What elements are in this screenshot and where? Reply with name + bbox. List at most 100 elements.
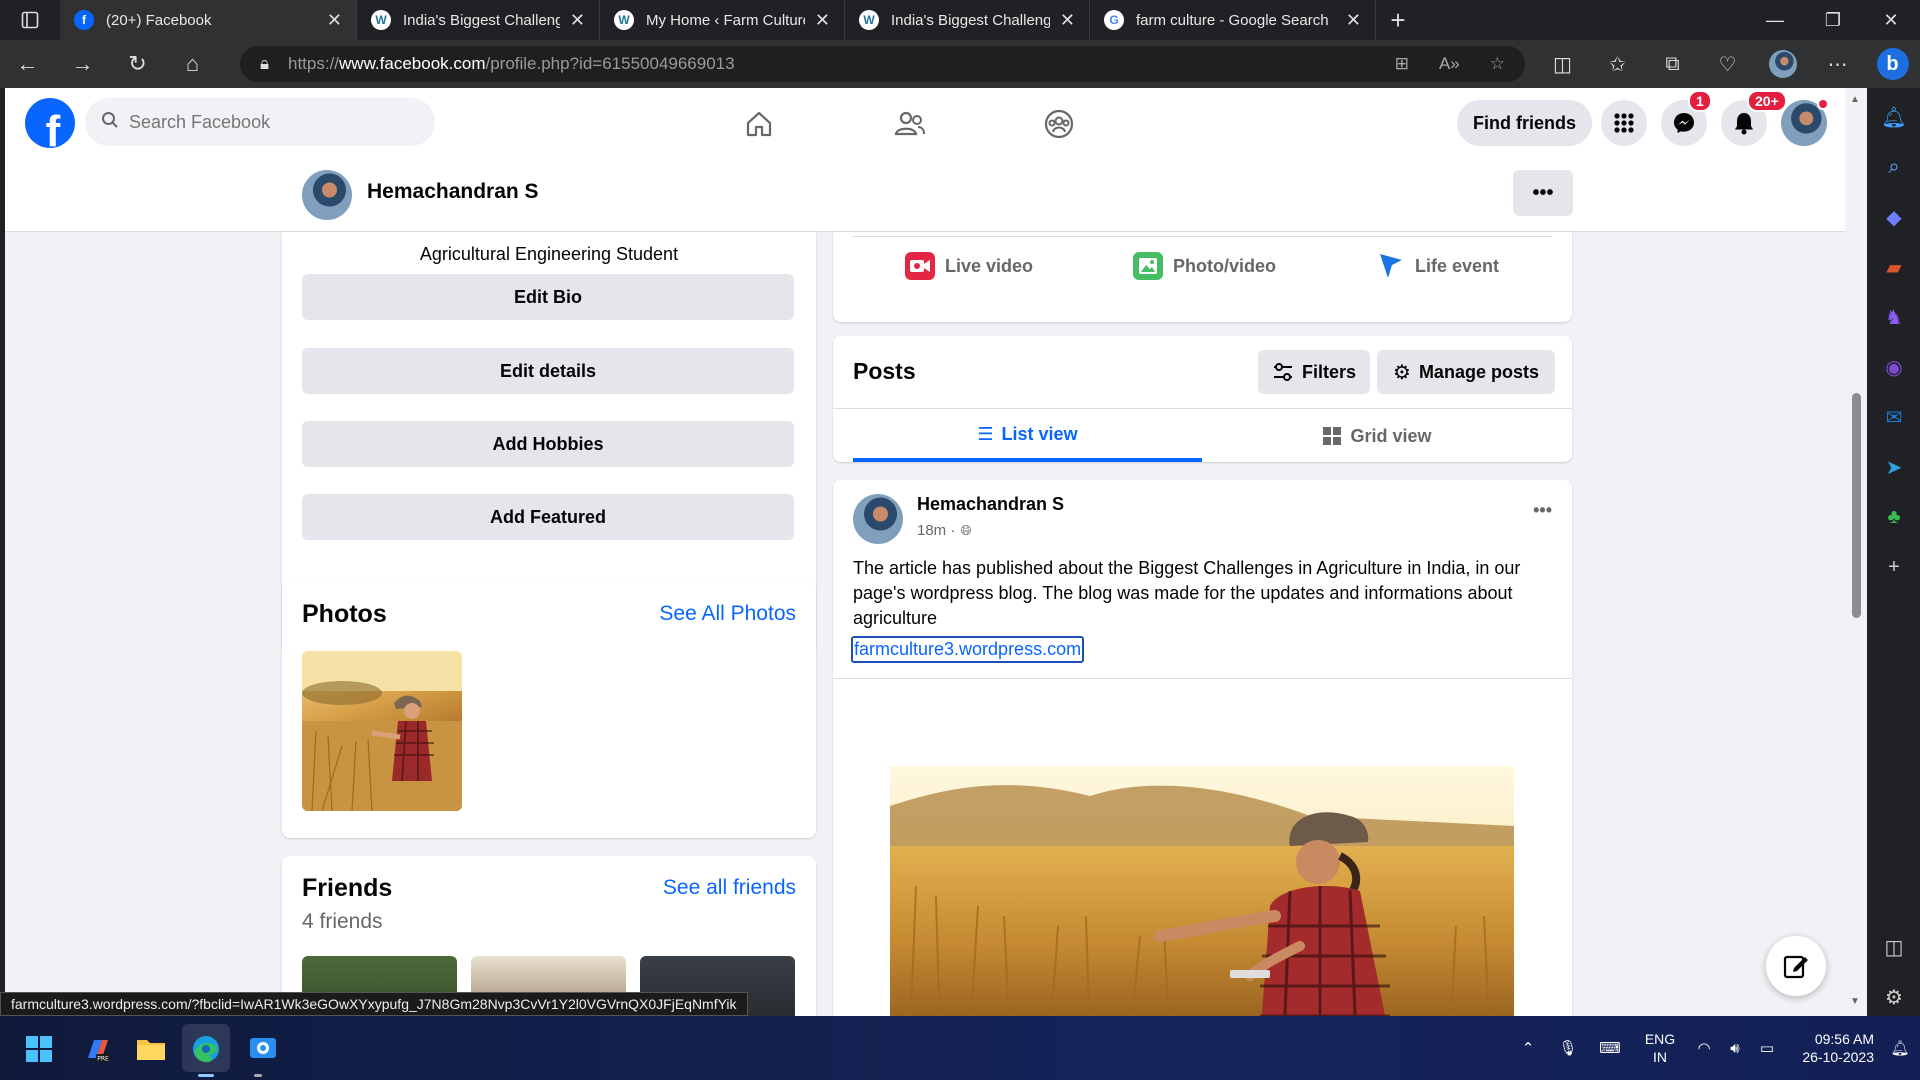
facebook-logo-icon[interactable]: f xyxy=(25,98,75,148)
hide-sidebar-icon[interactable]: ◫ xyxy=(1881,934,1907,960)
post-link[interactable]: farmculture3.wordpress.com xyxy=(851,636,1085,663)
copilot-icon[interactable]: b xyxy=(1865,48,1920,80)
edit-bio-button[interactable]: Edit Bio xyxy=(302,274,794,320)
profile-avatar[interactable] xyxy=(302,170,352,220)
close-tab-icon[interactable]: ✕ xyxy=(327,10,342,31)
wifi-icon[interactable]: ◠ xyxy=(1688,1039,1720,1057)
app-available-icon[interactable]: ⊞ xyxy=(1395,54,1409,74)
tree-icon[interactable]: ♣ xyxy=(1881,504,1907,530)
tab-wordpress-1[interactable]: W India's Biggest Challenge: The Fu ✕ xyxy=(357,0,600,40)
microsoft-365-icon[interactable]: ◉ xyxy=(1881,354,1907,380)
games-icon[interactable]: ♞ xyxy=(1881,304,1907,330)
outlook-icon[interactable]: ✉ xyxy=(1881,404,1907,430)
notification-bell-sidebar-icon[interactable]: 🔔︎ xyxy=(1881,104,1907,130)
tab-grid-view[interactable]: Grid view xyxy=(1202,410,1552,462)
tab-list-view[interactable]: ☰ List view xyxy=(853,410,1202,462)
active-app-indicator xyxy=(198,1074,214,1077)
filters-button[interactable]: Filters xyxy=(1258,350,1371,394)
live-video-button[interactable]: Live video xyxy=(905,252,1033,280)
see-all-friends-link[interactable]: See all friends xyxy=(663,876,796,900)
tab-google-search[interactable]: G farm culture - Google Search ✕ xyxy=(1090,0,1376,40)
post-image[interactable] xyxy=(890,766,1514,1016)
minimize-icon[interactable]: — xyxy=(1746,0,1804,40)
language-indicator[interactable]: ENG IN xyxy=(1632,1030,1688,1066)
add-hobbies-button[interactable]: Add Hobbies xyxy=(302,421,794,467)
touch-keyboard-icon[interactable]: ⌨ xyxy=(1588,1039,1632,1057)
post-author-avatar[interactable] xyxy=(853,494,903,544)
clock[interactable]: 09:56 AM 26-10-2023 xyxy=(1784,1030,1880,1066)
back-icon[interactable]: ← xyxy=(0,40,55,88)
url-bar[interactable]: 🔒︎ https://www.facebook.com/profile.php?… xyxy=(240,46,1525,82)
address-toolbar: ← → ↻ ⌂ 🔒︎ https://www.facebook.com/prof… xyxy=(0,40,1920,88)
close-tab-icon[interactable]: ✕ xyxy=(1060,10,1075,31)
farmer-in-wheat-field-icon xyxy=(890,766,1514,1016)
scroll-down-icon[interactable]: ▼ xyxy=(1850,996,1860,1007)
wordpress-favicon-icon: W xyxy=(859,10,879,30)
add-featured-button[interactable]: Add Featured xyxy=(302,494,794,540)
scroll-up-icon[interactable]: ▲ xyxy=(1850,94,1860,105)
close-tab-icon[interactable]: ✕ xyxy=(815,10,830,31)
close-window-icon[interactable]: ✕ xyxy=(1862,0,1920,40)
refresh-icon[interactable]: ↻ xyxy=(110,40,165,88)
tools-briefcase-icon[interactable]: ▰ xyxy=(1881,254,1907,280)
close-tab-icon[interactable]: ✕ xyxy=(1346,10,1361,31)
browser-essentials-icon[interactable]: ♡ xyxy=(1700,52,1755,77)
tab-actions-icon[interactable] xyxy=(0,0,60,40)
send-icon[interactable]: ➤ xyxy=(1881,454,1907,480)
edge-browser-icon[interactable] xyxy=(189,1032,223,1066)
battery-icon[interactable]: ▭ xyxy=(1750,1039,1784,1057)
copilot-pre-icon[interactable]: PRE xyxy=(80,1032,114,1066)
new-tab-button[interactable]: + xyxy=(1376,5,1420,36)
post-time[interactable]: 18m · xyxy=(917,522,955,539)
home-icon[interactable]: ⌂ xyxy=(165,40,220,88)
page-scrollbar[interactable]: ▲ ▼ xyxy=(1845,88,1867,1016)
volume-icon[interactable]: 🔊︎ xyxy=(1720,1040,1750,1057)
microphone-icon[interactable]: 🎙︎ xyxy=(1548,1039,1588,1057)
see-all-photos-link[interactable]: See All Photos xyxy=(659,602,796,626)
windows-start-icon[interactable] xyxy=(22,1032,56,1066)
add-sidebar-icon[interactable]: + xyxy=(1881,554,1907,580)
notification-center-icon[interactable]: 🔔︎ xyxy=(1880,1039,1920,1057)
file-explorer-icon[interactable] xyxy=(134,1032,168,1066)
profile-more-button[interactable]: ••• xyxy=(1513,170,1573,216)
new-message-button[interactable] xyxy=(1766,936,1826,996)
more-dots-icon: ••• xyxy=(1532,181,1554,204)
search-sidebar-icon[interactable]: ⌕ xyxy=(1881,154,1907,180)
favorites-icon[interactable]: ✩ xyxy=(1590,52,1645,77)
post-author-name[interactable]: Hemachandran S xyxy=(917,494,1064,515)
settings-more-icon[interactable]: ⋯ xyxy=(1810,52,1865,77)
restore-icon[interactable]: ❐ xyxy=(1804,0,1862,40)
split-screen-icon[interactable]: ◫ xyxy=(1535,52,1590,77)
forward-icon[interactable]: → xyxy=(55,40,110,88)
lock-icon[interactable]: 🔒︎ xyxy=(260,54,288,74)
life-event-button[interactable]: Life event xyxy=(1375,252,1499,280)
grid-icon xyxy=(1323,427,1342,445)
sidebar-settings-icon[interactable]: ⚙ xyxy=(1881,984,1907,1010)
show-hidden-icons-icon[interactable]: ⌃ xyxy=(1508,1039,1548,1057)
friends-nav-icon[interactable] xyxy=(886,100,934,148)
post-options-icon[interactable]: ••• xyxy=(1533,500,1552,521)
tab-facebook[interactable]: f (20+) Facebook ✕ xyxy=(60,0,357,40)
photo-video-button[interactable]: Photo/video xyxy=(1133,252,1276,280)
facebook-favicon-icon: f xyxy=(74,10,94,30)
profile-avatar-icon[interactable] xyxy=(1755,50,1810,78)
tab-wordpress-3[interactable]: W India's Biggest Challenge: The Fu ✕ xyxy=(845,0,1090,40)
find-friends-button[interactable]: Find friends xyxy=(1457,100,1592,146)
home-nav-icon[interactable] xyxy=(735,100,783,148)
search-box[interactable] xyxy=(85,98,435,146)
groups-nav-icon[interactable] xyxy=(1035,100,1083,148)
screen-recorder-icon[interactable] xyxy=(246,1032,280,1066)
tab-wordpress-2[interactable]: W My Home ‹ Farm Culture — Wor ✕ xyxy=(600,0,845,40)
shopping-tag-icon[interactable]: ◆ xyxy=(1881,204,1907,230)
favorite-star-icon[interactable]: ☆ xyxy=(1490,54,1505,74)
edit-details-button[interactable]: Edit details xyxy=(302,348,794,394)
menu-grid-icon[interactable] xyxy=(1601,100,1647,146)
photo-thumbnail[interactable] xyxy=(302,651,462,811)
search-input[interactable] xyxy=(129,111,361,133)
read-aloud-icon[interactable]: A» xyxy=(1439,54,1460,74)
collections-icon[interactable]: ⧉ xyxy=(1645,53,1700,76)
scrollbar-thumb[interactable] xyxy=(1852,393,1861,618)
manage-posts-button[interactable]: ⚙ Manage posts xyxy=(1377,350,1555,394)
close-tab-icon[interactable]: ✕ xyxy=(570,10,585,31)
profile-name[interactable]: Hemachandran S xyxy=(367,180,539,204)
